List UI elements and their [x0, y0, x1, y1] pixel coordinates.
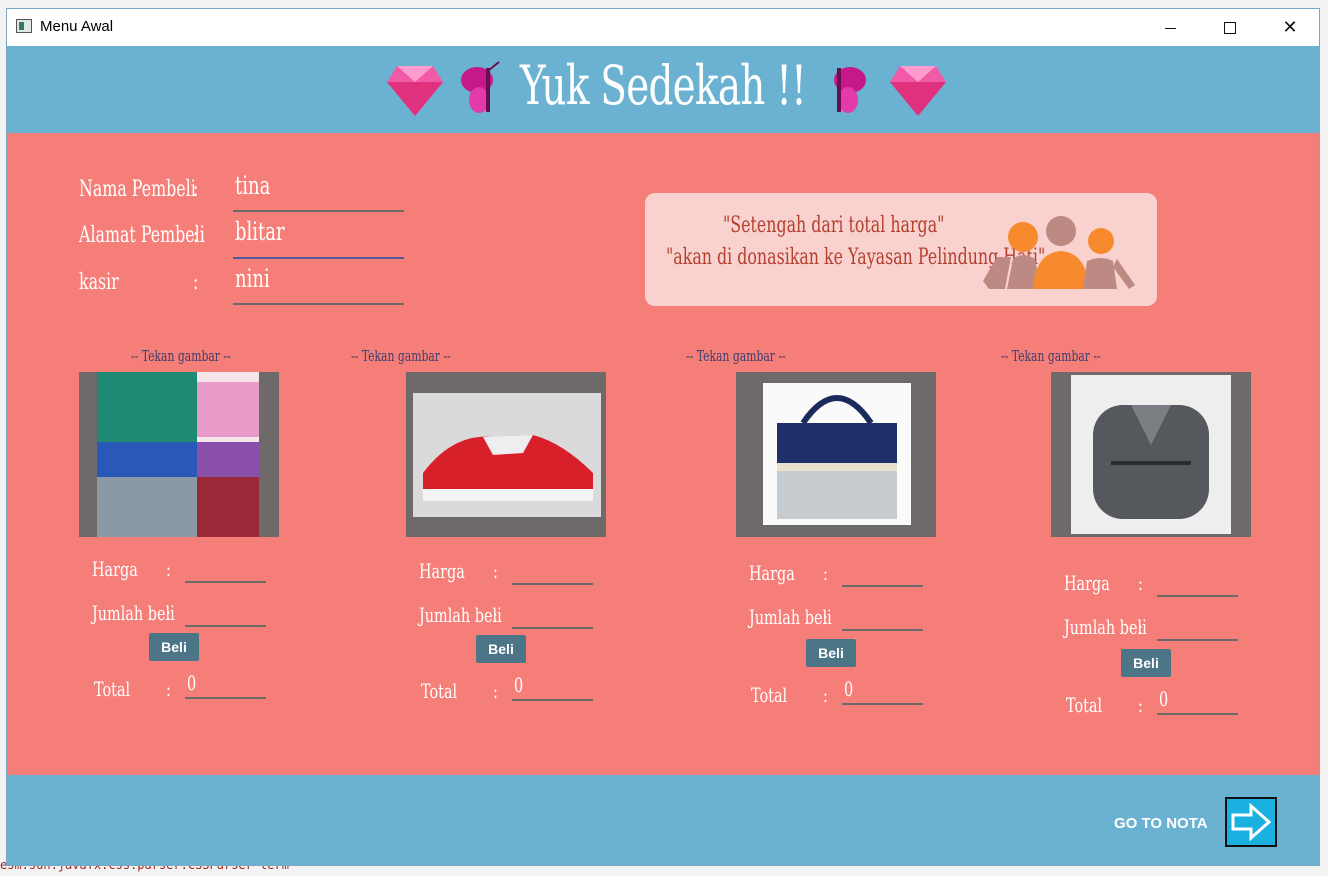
- colon: :: [823, 605, 828, 629]
- total-label: Total: [94, 677, 131, 701]
- colon: :: [166, 677, 171, 701]
- app-window: Menu Awal ✕ Yuk Sedekah !! Nama Pembeli …: [6, 8, 1320, 866]
- app-icon: [16, 19, 32, 33]
- product-caption: -- Tekan gambar --: [1001, 347, 1101, 365]
- product-image-button[interactable]: [406, 372, 606, 537]
- note-line-1: "Setengah dari total harga": [723, 213, 945, 238]
- beli-button[interactable]: Beli: [806, 639, 856, 667]
- total-underline: [512, 699, 593, 701]
- total-underline: [185, 697, 266, 699]
- beli-button[interactable]: Beli: [476, 635, 526, 663]
- main-panel: Nama Pembeli : tina Alamat Pembeli : bli…: [7, 133, 1319, 775]
- nama-field[interactable]: tina: [235, 171, 270, 200]
- jumlah-label: Jumlah beli: [419, 603, 502, 627]
- colon: :: [166, 557, 171, 581]
- beli-button[interactable]: Beli: [149, 633, 199, 661]
- harga-field[interactable]: [1157, 595, 1238, 597]
- harga-field[interactable]: [842, 585, 923, 587]
- footer-bar: GO TO NOTA: [7, 775, 1319, 865]
- total-label: Total: [751, 683, 788, 707]
- colon: :: [823, 561, 828, 585]
- harga-label: Harga: [92, 557, 138, 581]
- butterfly-icon: [834, 67, 866, 113]
- total-label: Total: [421, 679, 458, 703]
- window-title: Menu Awal: [40, 18, 114, 35]
- product-caption: -- Tekan gambar --: [686, 347, 786, 365]
- colon: :: [1138, 693, 1143, 717]
- total-value: 0: [1159, 687, 1169, 711]
- nama-underline: [233, 210, 404, 212]
- harga-label: Harga: [749, 561, 795, 585]
- colon: :: [166, 601, 171, 625]
- harga-label: Harga: [419, 559, 465, 583]
- kasir-underline: [233, 303, 404, 305]
- people-icon: [983, 216, 1135, 289]
- masks-image[interactable]: [97, 372, 259, 537]
- product-image-button[interactable]: [736, 372, 936, 537]
- close-icon: ✕: [1282, 17, 1298, 38]
- jumlah-field[interactable]: [1157, 639, 1238, 641]
- product-caption: -- Tekan gambar --: [131, 347, 231, 365]
- product-image-button[interactable]: [79, 372, 279, 537]
- colon: :: [193, 177, 199, 202]
- total-label: Total: [1066, 693, 1103, 717]
- colon: :: [1138, 615, 1143, 639]
- backpack-image[interactable]: [1071, 375, 1231, 534]
- minimize-button[interactable]: [1141, 9, 1199, 46]
- harga-field[interactable]: [512, 583, 593, 585]
- jumlah-label: Jumlah beli: [92, 601, 175, 625]
- kasir-field[interactable]: nini: [235, 264, 270, 293]
- alamat-label: Alamat Pembeli: [79, 223, 205, 248]
- colon: :: [823, 683, 828, 707]
- goto-nota-label[interactable]: GO TO NOTA: [1114, 815, 1208, 832]
- donation-note: "Setengah dari total harga" "akan di don…: [645, 193, 1157, 306]
- harga-label: Harga: [1064, 571, 1110, 595]
- nama-label: Nama Pembeli: [79, 177, 196, 202]
- product-image-button[interactable]: [1051, 372, 1251, 537]
- kasir-label: kasir: [79, 270, 119, 295]
- product-caption: -- Tekan gambar --: [351, 347, 451, 365]
- maximize-button[interactable]: [1201, 9, 1259, 46]
- total-value: 0: [187, 671, 197, 695]
- total-underline: [842, 703, 923, 705]
- minimize-icon: [1164, 27, 1176, 29]
- page-title: Yuk Sedekah !!: [519, 54, 807, 117]
- harga-field[interactable]: [185, 581, 266, 583]
- colon: :: [1138, 571, 1143, 595]
- goto-nota-button[interactable]: [1225, 797, 1277, 847]
- arrow-right-icon: [1231, 802, 1272, 842]
- jumlah-field[interactable]: [512, 627, 593, 629]
- colon: :: [193, 270, 199, 295]
- colon: :: [493, 603, 498, 627]
- title-bar[interactable]: Menu Awal ✕: [7, 9, 1319, 46]
- alamat-field[interactable]: blitar: [235, 217, 285, 246]
- close-button[interactable]: ✕: [1261, 9, 1319, 46]
- alamat-underline: [233, 257, 404, 259]
- jumlah-label: Jumlah beli: [1064, 615, 1147, 639]
- total-value: 0: [514, 673, 524, 697]
- colon: :: [493, 679, 498, 703]
- jumlah-field[interactable]: [185, 625, 266, 627]
- header-banner: Yuk Sedekah !!: [7, 46, 1319, 133]
- sneakers-image[interactable]: [413, 393, 601, 517]
- beli-button[interactable]: Beli: [1121, 649, 1171, 677]
- maximize-icon: [1224, 22, 1236, 34]
- tote-bag-image[interactable]: [763, 383, 911, 525]
- diamond-icon: [890, 66, 946, 116]
- total-underline: [1157, 713, 1238, 715]
- colon: :: [193, 223, 199, 248]
- jumlah-field[interactable]: [842, 629, 923, 631]
- colon: :: [493, 559, 498, 583]
- jumlah-label: Jumlah beli: [749, 605, 832, 629]
- total-value: 0: [844, 677, 854, 701]
